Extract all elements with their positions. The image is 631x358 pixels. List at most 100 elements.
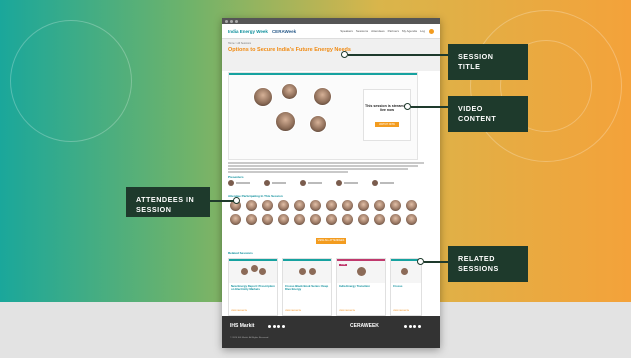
- attendee-avatar[interactable]: [406, 214, 417, 225]
- attendee-avatar[interactable]: [358, 200, 369, 211]
- related-session-title: Crosss: [393, 284, 403, 288]
- twitter-icon[interactable]: [408, 325, 412, 328]
- attendee-avatar[interactable]: [358, 214, 369, 225]
- callout-attendees: ATTENDEES IN SESSION: [126, 187, 210, 217]
- copyright-text: © 2020 IHS Markit. All Rights Reserved.: [230, 337, 269, 339]
- video-panel[interactable]: This session is streaming live now WATCH…: [228, 72, 418, 160]
- callout-marker: [417, 258, 424, 265]
- session-page-mockup: India Energy Week CERAWeek Speakers Sess…: [222, 18, 440, 348]
- presenters-heading: Presenters: [228, 175, 244, 179]
- social-icons: [268, 325, 285, 328]
- related-heading: Related Sessions: [228, 251, 253, 255]
- presenter-item[interactable]: [372, 180, 394, 186]
- user-avatar-icon[interactable]: [429, 28, 434, 34]
- presenter-item[interactable]: [336, 180, 358, 186]
- callout-marker: [233, 197, 240, 204]
- related-sessions-list: New Energy Report: Prescription on Elect…: [228, 258, 440, 316]
- attendee-avatar[interactable]: [294, 200, 305, 211]
- attendee-avatar[interactable]: [326, 214, 337, 225]
- site-header: India Energy Week CERAWeek Speakers Sess…: [222, 24, 440, 39]
- attendee-avatar[interactable]: [278, 214, 289, 225]
- attendee-avatar[interactable]: [390, 214, 401, 225]
- attendee-avatar[interactable]: [262, 214, 273, 225]
- callout-connector: [210, 200, 234, 202]
- site-logo-ceraweek[interactable]: CERAWeek: [272, 29, 296, 34]
- callout-connector: [424, 261, 448, 263]
- window-dot: [230, 19, 233, 23]
- callout-marker: [341, 51, 348, 58]
- attendee-avatar[interactable]: [246, 214, 257, 225]
- decorative-mandala-left: [10, 20, 132, 142]
- callout-marker: [404, 103, 411, 110]
- speaker-photo: [313, 87, 332, 106]
- view-all-attendees-button[interactable]: VIEW ALL ATTENDEES: [316, 238, 346, 244]
- session-title: Options to Secure India's Future Energy …: [228, 47, 351, 53]
- nav-item[interactable]: Attendees: [371, 29, 385, 33]
- breadcrumb[interactable]: Home > All Sessions: [228, 42, 434, 45]
- twitter-icon[interactable]: [272, 325, 276, 328]
- attendee-avatar[interactable]: [262, 200, 273, 211]
- attendee-avatar[interactable]: [342, 200, 353, 211]
- live-badge: LIVE: [339, 264, 348, 266]
- callout-connector: [411, 106, 448, 108]
- related-session-card[interactable]: New Energy Report: Prescription on Elect…: [228, 258, 278, 316]
- watch-now-button[interactable]: WATCH NOW: [375, 122, 399, 127]
- live-stream-box: This session is streaming live now WATCH…: [363, 89, 411, 141]
- related-session-title: Crosss Black Book Series: Deep Dive Ener…: [285, 284, 329, 291]
- presenter-item[interactable]: [228, 180, 250, 186]
- facebook-icon[interactable]: [268, 325, 271, 328]
- attendee-avatar[interactable]: [374, 200, 385, 211]
- view-session-link[interactable]: VIEW SESSION: [283, 310, 303, 312]
- nav-item[interactable]: Speakers: [340, 29, 353, 33]
- callout-connector: [348, 54, 448, 56]
- youtube-icon[interactable]: [281, 325, 285, 328]
- attendee-avatar[interactable]: [230, 214, 241, 225]
- youtube-icon[interactable]: [417, 325, 421, 328]
- nav-item[interactable]: Partners: [388, 29, 399, 33]
- attendee-avatar[interactable]: [342, 214, 353, 225]
- speaker-photo: [281, 83, 298, 100]
- site-logo-india-energy-week[interactable]: India Energy Week: [228, 29, 268, 34]
- attendee-avatar[interactable]: [406, 200, 417, 211]
- callout-session-title: SESSION TITLE: [448, 44, 528, 80]
- presenters-list: [228, 180, 434, 186]
- facebook-icon[interactable]: [404, 325, 407, 328]
- attendee-grid: [230, 200, 430, 225]
- callout-related-sessions: RELATED SESSIONS: [448, 246, 528, 282]
- speaker-photo: [309, 115, 327, 133]
- site-nav: Speakers Sessions Attendees Partners My …: [340, 29, 425, 33]
- site-footer: IHS Markit CERAWEEK © 2020 IHS Markit. A…: [222, 316, 440, 348]
- callout-video-content: VIDEO CONTENT: [448, 96, 528, 132]
- related-session-title: New Energy Report: Prescription on Elect…: [231, 284, 275, 291]
- related-session-title: India Energy Transition: [339, 284, 370, 288]
- related-session-card[interactable]: LIVE India Energy Transition VIEW SESSIO…: [336, 258, 386, 316]
- window-dot: [235, 19, 238, 23]
- session-description: [228, 162, 428, 174]
- view-session-link[interactable]: VIEW SESSION: [229, 310, 249, 312]
- related-session-card[interactable]: Crosss Black Book Series: Deep Dive Ener…: [282, 258, 332, 316]
- attendee-avatar[interactable]: [246, 200, 257, 211]
- related-session-card[interactable]: Crosss VIEW SESSION: [390, 258, 422, 316]
- window-dot: [225, 19, 228, 23]
- attendee-avatar[interactable]: [278, 200, 289, 211]
- nav-item[interactable]: My Agenda: [402, 29, 417, 33]
- footer-brand-ihs[interactable]: IHS Markit: [230, 323, 254, 329]
- view-session-link[interactable]: VIEW SESSION: [391, 310, 411, 312]
- nav-item[interactable]: Sessions: [356, 29, 368, 33]
- attendee-avatar[interactable]: [294, 214, 305, 225]
- speaker-photo: [253, 87, 273, 107]
- social-icons: [404, 325, 421, 328]
- view-session-link[interactable]: VIEW SESSION: [337, 310, 357, 312]
- attendee-avatar[interactable]: [310, 200, 321, 211]
- nav-item[interactable]: Log: [420, 29, 425, 33]
- footer-brand-ceraweek[interactable]: CERAWEEK: [350, 323, 379, 329]
- linkedin-icon[interactable]: [413, 325, 416, 328]
- attendee-avatar[interactable]: [310, 214, 321, 225]
- presenter-item[interactable]: [300, 180, 322, 186]
- presenter-item[interactable]: [264, 180, 286, 186]
- speaker-photo: [275, 111, 296, 132]
- linkedin-icon[interactable]: [277, 325, 280, 328]
- attendee-avatar[interactable]: [390, 200, 401, 211]
- attendee-avatar[interactable]: [374, 214, 385, 225]
- attendee-avatar[interactable]: [326, 200, 337, 211]
